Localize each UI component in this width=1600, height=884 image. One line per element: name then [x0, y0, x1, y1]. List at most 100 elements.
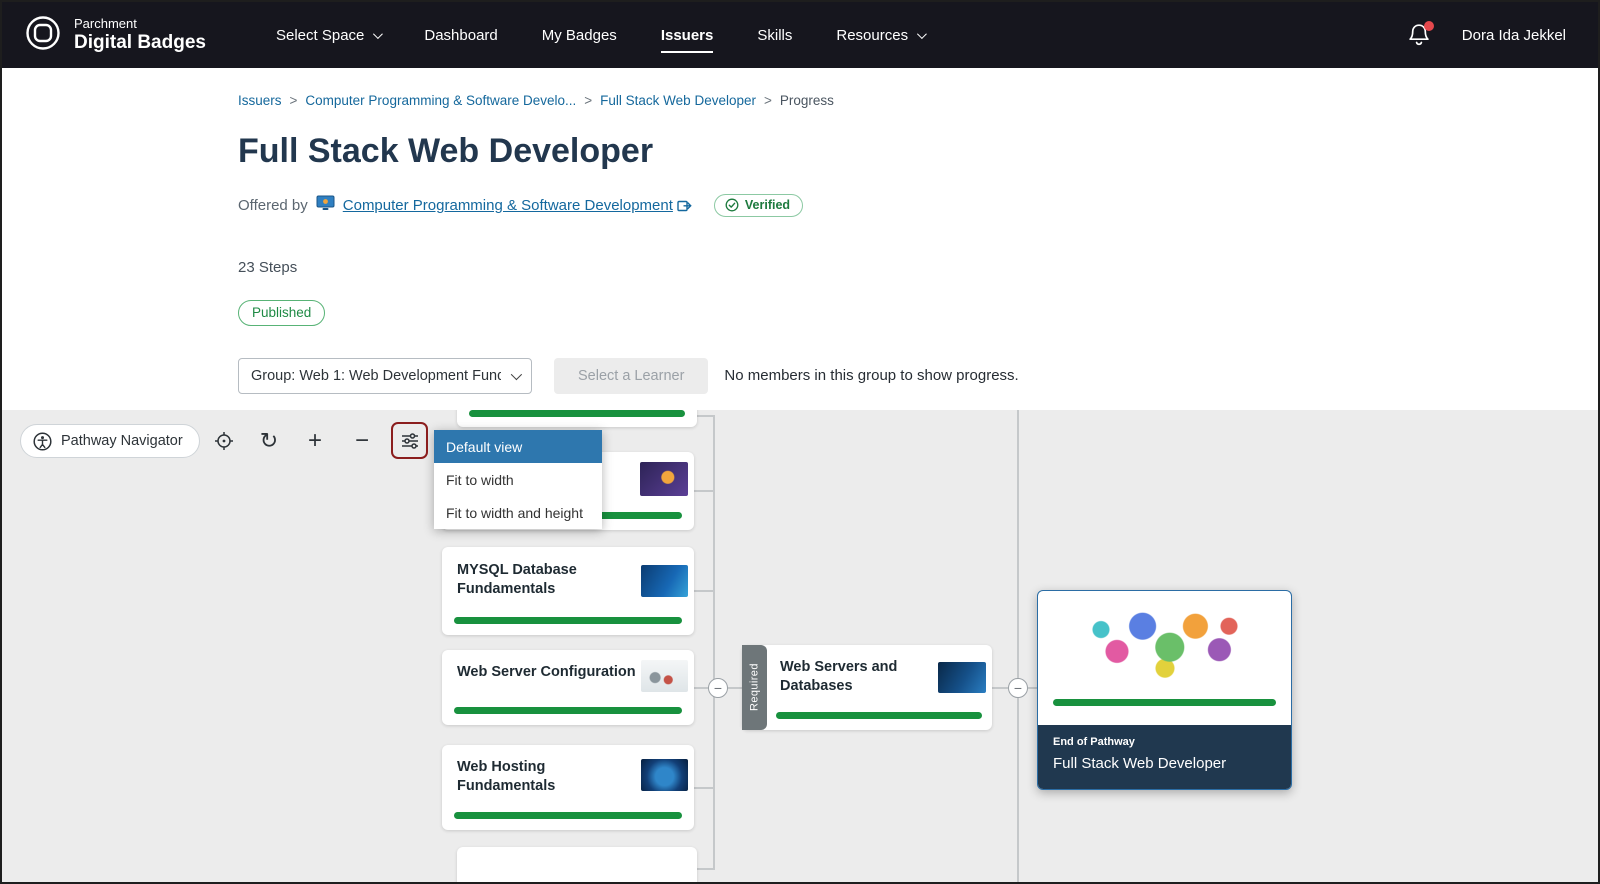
issuer-link-label: Computer Programming & Software Developm… — [342, 196, 673, 214]
step-card-web-server-config[interactable]: Web Server Configuration — [442, 650, 694, 725]
connector-line — [727, 687, 742, 689]
end-pathway-title: Full Stack Web Developer — [1053, 755, 1227, 772]
step-card-partial-top[interactable] — [457, 410, 697, 427]
parchment-seal-icon — [24, 14, 62, 57]
end-of-pathway-card[interactable]: End of Pathway Full Stack Web Developer — [1037, 590, 1292, 790]
step-card-web-servers-databases[interactable]: Required Web Servers and Databases — [742, 645, 992, 730]
breadcrumb-pathway[interactable]: Full Stack Web Developer — [600, 93, 756, 108]
notification-badge — [1423, 21, 1434, 31]
primary-nav: Select Space Dashboard My Badges Issuers… — [275, 26, 927, 53]
progress-bar — [454, 812, 682, 819]
connector-line — [694, 868, 714, 870]
zoom-out-button[interactable]: − — [345, 424, 379, 458]
connector-line — [694, 787, 714, 789]
menu-item-fit-to-width[interactable]: Fit to width — [434, 463, 602, 496]
pathway-diagram: Pathway Navigator ↻ + − Default view Fit… — [2, 410, 1598, 882]
step-thumbnail — [640, 462, 688, 496]
connector-line — [694, 590, 714, 592]
connector-line — [1028, 687, 1037, 689]
step-thumbnail — [641, 660, 688, 692]
progress-bar — [776, 712, 982, 719]
step-title: Web Servers and Databases — [780, 659, 898, 694]
nav-item-dashboard[interactable]: Dashboard — [424, 27, 497, 44]
progress-bar — [1053, 699, 1276, 706]
nav-item-select-space[interactable]: Select Space — [275, 26, 384, 44]
select-learner-button[interactable]: Select a Learner — [554, 357, 709, 394]
published-status-badge: Published — [238, 299, 326, 326]
nav-item-issuers[interactable]: Issuers — [660, 26, 714, 53]
step-title: MYSQL Database Fundamentals — [457, 562, 577, 597]
step-card-mysql[interactable]: MYSQL Database Fundamentals — [442, 547, 694, 635]
required-label: Required — [742, 645, 767, 730]
breadcrumb-separator: > — [763, 93, 772, 108]
top-navbar: Parchment Digital Badges Select Space Da… — [2, 2, 1598, 68]
progress-bar — [454, 617, 682, 624]
progress-bar — [469, 410, 685, 417]
connector-trunk — [1017, 410, 1019, 882]
offered-by-label: Offered by — [238, 196, 308, 214]
chevron-down-icon — [510, 368, 523, 381]
steps-count: 23 Steps — [238, 258, 298, 276]
pathway-navigator-label: Pathway Navigator — [61, 433, 183, 449]
brand-line1: Parchment — [74, 15, 137, 31]
collapse-node-button[interactable]: − — [708, 678, 728, 698]
menu-item-default-view[interactable]: Default view — [434, 430, 602, 463]
accessibility-icon — [33, 431, 52, 451]
navbar-right: Dora Ida Jekkel — [1408, 21, 1598, 48]
nav-item-label: Select Space — [275, 26, 365, 44]
breadcrumb: Issuers > Computer Programming & Softwar… — [238, 93, 1598, 108]
menu-item-fit-to-width-and-height[interactable]: Fit to width and height — [434, 496, 602, 529]
pathway-navigator-button[interactable]: Pathway Navigator — [20, 424, 200, 458]
plus-icon: + — [307, 427, 322, 454]
breadcrumb-issuer[interactable]: Computer Programming & Software Develo..… — [305, 93, 576, 108]
nav-item-label: Resources — [836, 26, 909, 44]
breadcrumb-issuers[interactable]: Issuers — [238, 93, 282, 108]
step-title: Web Server Configuration — [457, 664, 636, 680]
rotate-icon: ↻ — [259, 428, 279, 453]
group-select[interactable]: Group: Web 1: Web Development Fund — [238, 357, 532, 394]
connector-line — [992, 687, 1008, 689]
issuer-link[interactable]: Computer Programming & Software Developm… — [343, 197, 692, 214]
connector-line — [694, 490, 714, 492]
offered-by-row: Offered by Computer Programming & Softwa… — [238, 193, 1598, 217]
nav-item-resources[interactable]: Resources — [836, 26, 927, 44]
nav-item-label: My Badges — [541, 26, 617, 44]
external-link-icon — [677, 200, 692, 211]
notifications-button[interactable] — [1408, 21, 1434, 48]
breadcrumb-current: Progress — [779, 93, 834, 108]
view-options-button[interactable] — [393, 424, 427, 458]
step-title: Web Hosting Fundamentals — [457, 759, 556, 794]
zoom-in-button[interactable]: + — [298, 424, 332, 458]
verified-label: Verified — [744, 197, 791, 212]
brand-logo[interactable]: Parchment Digital Badges — [2, 14, 206, 57]
chevron-down-icon — [917, 28, 927, 39]
pathway-badge-image — [1084, 601, 1245, 685]
sliders-icon — [402, 433, 418, 449]
nav-item-my-badges[interactable]: My Badges — [542, 27, 617, 44]
view-options-menu: Default view Fit to width Fit to width a… — [434, 430, 602, 529]
page-content: Issuers > Computer Programming & Softwar… — [2, 68, 1598, 410]
connector-line — [694, 415, 714, 417]
minus-icon: − — [354, 427, 369, 454]
brand-line2: Digital Badges — [74, 31, 206, 53]
end-card-footer: End of Pathway Full Stack Web Developer — [1038, 725, 1291, 789]
step-card-web-hosting[interactable]: Web Hosting Fundamentals — [442, 745, 694, 830]
nav-item-label: Issuers — [660, 26, 714, 44]
reset-view-button[interactable]: ↻ — [252, 424, 286, 458]
progress-controls: Group: Web 1: Web Development Fund Selec… — [238, 357, 1598, 394]
app-window: Parchment Digital Badges Select Space Da… — [0, 0, 1600, 884]
nav-item-label: Skills — [757, 26, 793, 44]
breadcrumb-separator: > — [584, 93, 593, 108]
nav-item-label: Dashboard — [424, 26, 498, 44]
nav-item-skills[interactable]: Skills — [757, 27, 792, 44]
page-title: Full Stack Web Developer — [238, 132, 654, 170]
check-circle-icon — [725, 198, 739, 212]
collapse-node-button[interactable]: − — [1008, 678, 1028, 698]
user-menu[interactable]: Dora Ida Jekkel — [1462, 27, 1566, 44]
recenter-button[interactable] — [207, 424, 241, 458]
step-card-partial-bottom[interactable] — [457, 847, 697, 882]
end-of-pathway-label: End of Pathway — [1053, 736, 1135, 748]
step-thumbnail — [641, 565, 688, 597]
empty-group-message: No members in this group to show progres… — [724, 367, 1019, 385]
progress-bar — [454, 707, 682, 714]
